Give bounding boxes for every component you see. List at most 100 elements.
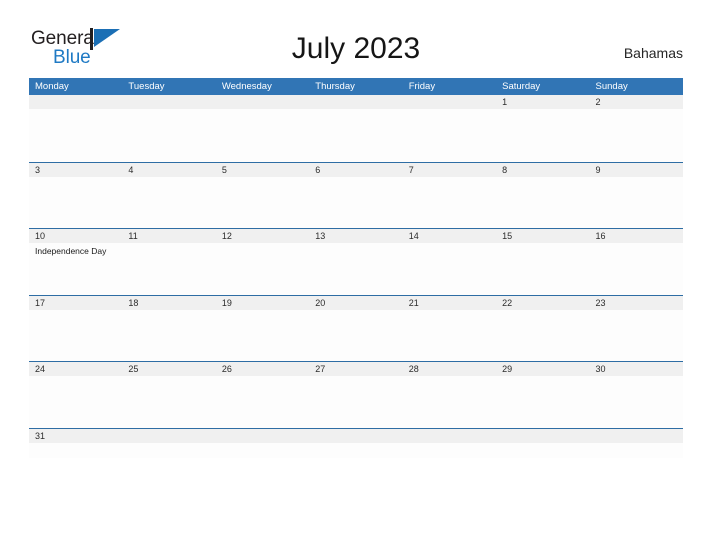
day-events: [35, 310, 122, 313]
day-number: 28: [408, 364, 419, 374]
day-number: 18: [128, 297, 139, 308]
day-number: 24: [35, 364, 46, 374]
day-cell-15[interactable]: 15: [496, 229, 589, 296]
day-number: 2: [595, 97, 601, 107]
day-events: [596, 243, 683, 246]
day-cell-21[interactable]: 21: [403, 296, 496, 363]
day-cell-3[interactable]: 3: [29, 163, 122, 230]
day-events: [409, 243, 496, 246]
day-events: [409, 310, 496, 313]
weekday-header-tuesday: Tuesday: [128, 81, 165, 92]
day-cell-11[interactable]: 11: [122, 229, 215, 296]
day-number: 4: [128, 164, 134, 175]
day-cell-empty: [403, 429, 496, 459]
day-number: 3: [35, 164, 41, 175]
day-cell-14[interactable]: 14: [403, 229, 496, 296]
day-number: [222, 429, 309, 443]
day-number: 27: [315, 364, 326, 374]
weekday-header-monday: Monday: [35, 81, 69, 92]
day-number: 1: [502, 97, 508, 107]
day-number: [502, 429, 589, 443]
day-number: 30: [595, 364, 606, 374]
day-cell-7[interactable]: 7: [403, 163, 496, 230]
calendar-week-row: 31: [29, 427, 683, 459]
day-cell-16[interactable]: 16: [590, 229, 683, 296]
day-number: [409, 429, 496, 443]
day-cell-25[interactable]: 25: [122, 362, 215, 429]
day-cell-27[interactable]: 27: [309, 362, 402, 429]
calendar-grid: Monday Tuesday Wednesday Thursday Friday…: [29, 78, 683, 458]
day-cell-18[interactable]: 18: [122, 296, 215, 363]
day-events: [315, 243, 402, 246]
day-events: [222, 310, 309, 313]
day-events: [315, 376, 402, 379]
day-cell-23[interactable]: 23: [590, 296, 683, 363]
calendar-week-row: 24 25 26 27 28 29 30: [29, 361, 683, 428]
day-cell-empty: [216, 429, 309, 459]
day-events: [502, 243, 589, 246]
day-cell-empty: [122, 95, 215, 162]
day-events: [315, 177, 402, 180]
day-cell-6[interactable]: 6: [309, 163, 402, 230]
day-cell-2[interactable]: 2: [590, 95, 683, 162]
day-events: [409, 376, 496, 379]
day-number: 26: [221, 364, 232, 374]
day-cell-1[interactable]: 1: [496, 95, 589, 162]
day-cell-empty: [29, 95, 122, 162]
day-events: [128, 243, 215, 246]
day-cell-empty: [309, 95, 402, 162]
day-events: [502, 310, 589, 313]
day-events: [409, 109, 496, 112]
weekday-header-wednesday: Wednesday: [221, 81, 272, 92]
day-cell-30[interactable]: 30: [590, 362, 683, 429]
day-cell-22[interactable]: 22: [496, 296, 589, 363]
day-number: 31: [35, 430, 46, 441]
weekday-header-thursday: Thursday: [315, 81, 355, 92]
day-cell-empty: [496, 429, 589, 459]
day-cell-10[interactable]: 10 Independence Day: [29, 229, 122, 296]
day-cell-19[interactable]: 19: [216, 296, 309, 363]
day-cell-8[interactable]: 8: [496, 163, 589, 230]
day-number: 8: [502, 164, 508, 175]
day-cell-9[interactable]: 9: [590, 163, 683, 230]
day-events: [222, 243, 309, 246]
day-events: [596, 310, 683, 313]
day-cell-24[interactable]: 24: [29, 362, 122, 429]
day-number: 22: [502, 297, 513, 308]
day-cell-20[interactable]: 20: [309, 296, 402, 363]
calendar-week-cells: 24 25 26 27 28 29 30: [29, 362, 683, 429]
day-number: 19: [221, 297, 232, 308]
day-events: [128, 109, 215, 112]
page-header: General Blue July 2023 Bahamas: [0, 0, 712, 76]
day-events: [222, 443, 309, 446]
day-events: [596, 443, 683, 446]
day-events: Independence Day: [35, 243, 122, 257]
day-cell-13[interactable]: 13: [309, 229, 402, 296]
weekday-header-sunday: Sunday: [595, 81, 628, 92]
calendar-week-row: 17 18 19 20 21 22 23: [29, 294, 683, 363]
day-cell-26[interactable]: 26: [216, 362, 309, 429]
day-cell-28[interactable]: 28: [403, 362, 496, 429]
day-number: 13: [315, 231, 326, 241]
day-events: [128, 443, 215, 446]
day-cell-12[interactable]: 12: [216, 229, 309, 296]
calendar-week-cells: 10 Independence Day 11 12 13 14 15 16: [29, 229, 683, 296]
day-number: [128, 429, 215, 443]
page-title: July 2023: [291, 32, 421, 65]
calendar-week-row: 10 Independence Day 11 12 13 14 15 16: [29, 228, 683, 295]
day-number: 25: [128, 364, 139, 374]
day-cell-17[interactable]: 17: [29, 296, 122, 363]
day-number: 9: [595, 164, 601, 175]
day-cell-empty: [216, 95, 309, 162]
day-events: [35, 109, 122, 112]
day-cell-31[interactable]: 31: [29, 429, 122, 459]
day-cell-4[interactable]: 4: [122, 163, 215, 230]
day-cell-29[interactable]: 29: [496, 362, 589, 429]
day-events: [502, 177, 589, 180]
day-events: [315, 109, 402, 112]
day-cell-empty: [590, 429, 683, 459]
day-cell-5[interactable]: 5: [216, 163, 309, 230]
day-number: 16: [595, 231, 606, 241]
calendar-page: General Blue July 2023 Bahamas Monday Tu…: [0, 0, 712, 550]
day-number: 7: [408, 164, 414, 175]
